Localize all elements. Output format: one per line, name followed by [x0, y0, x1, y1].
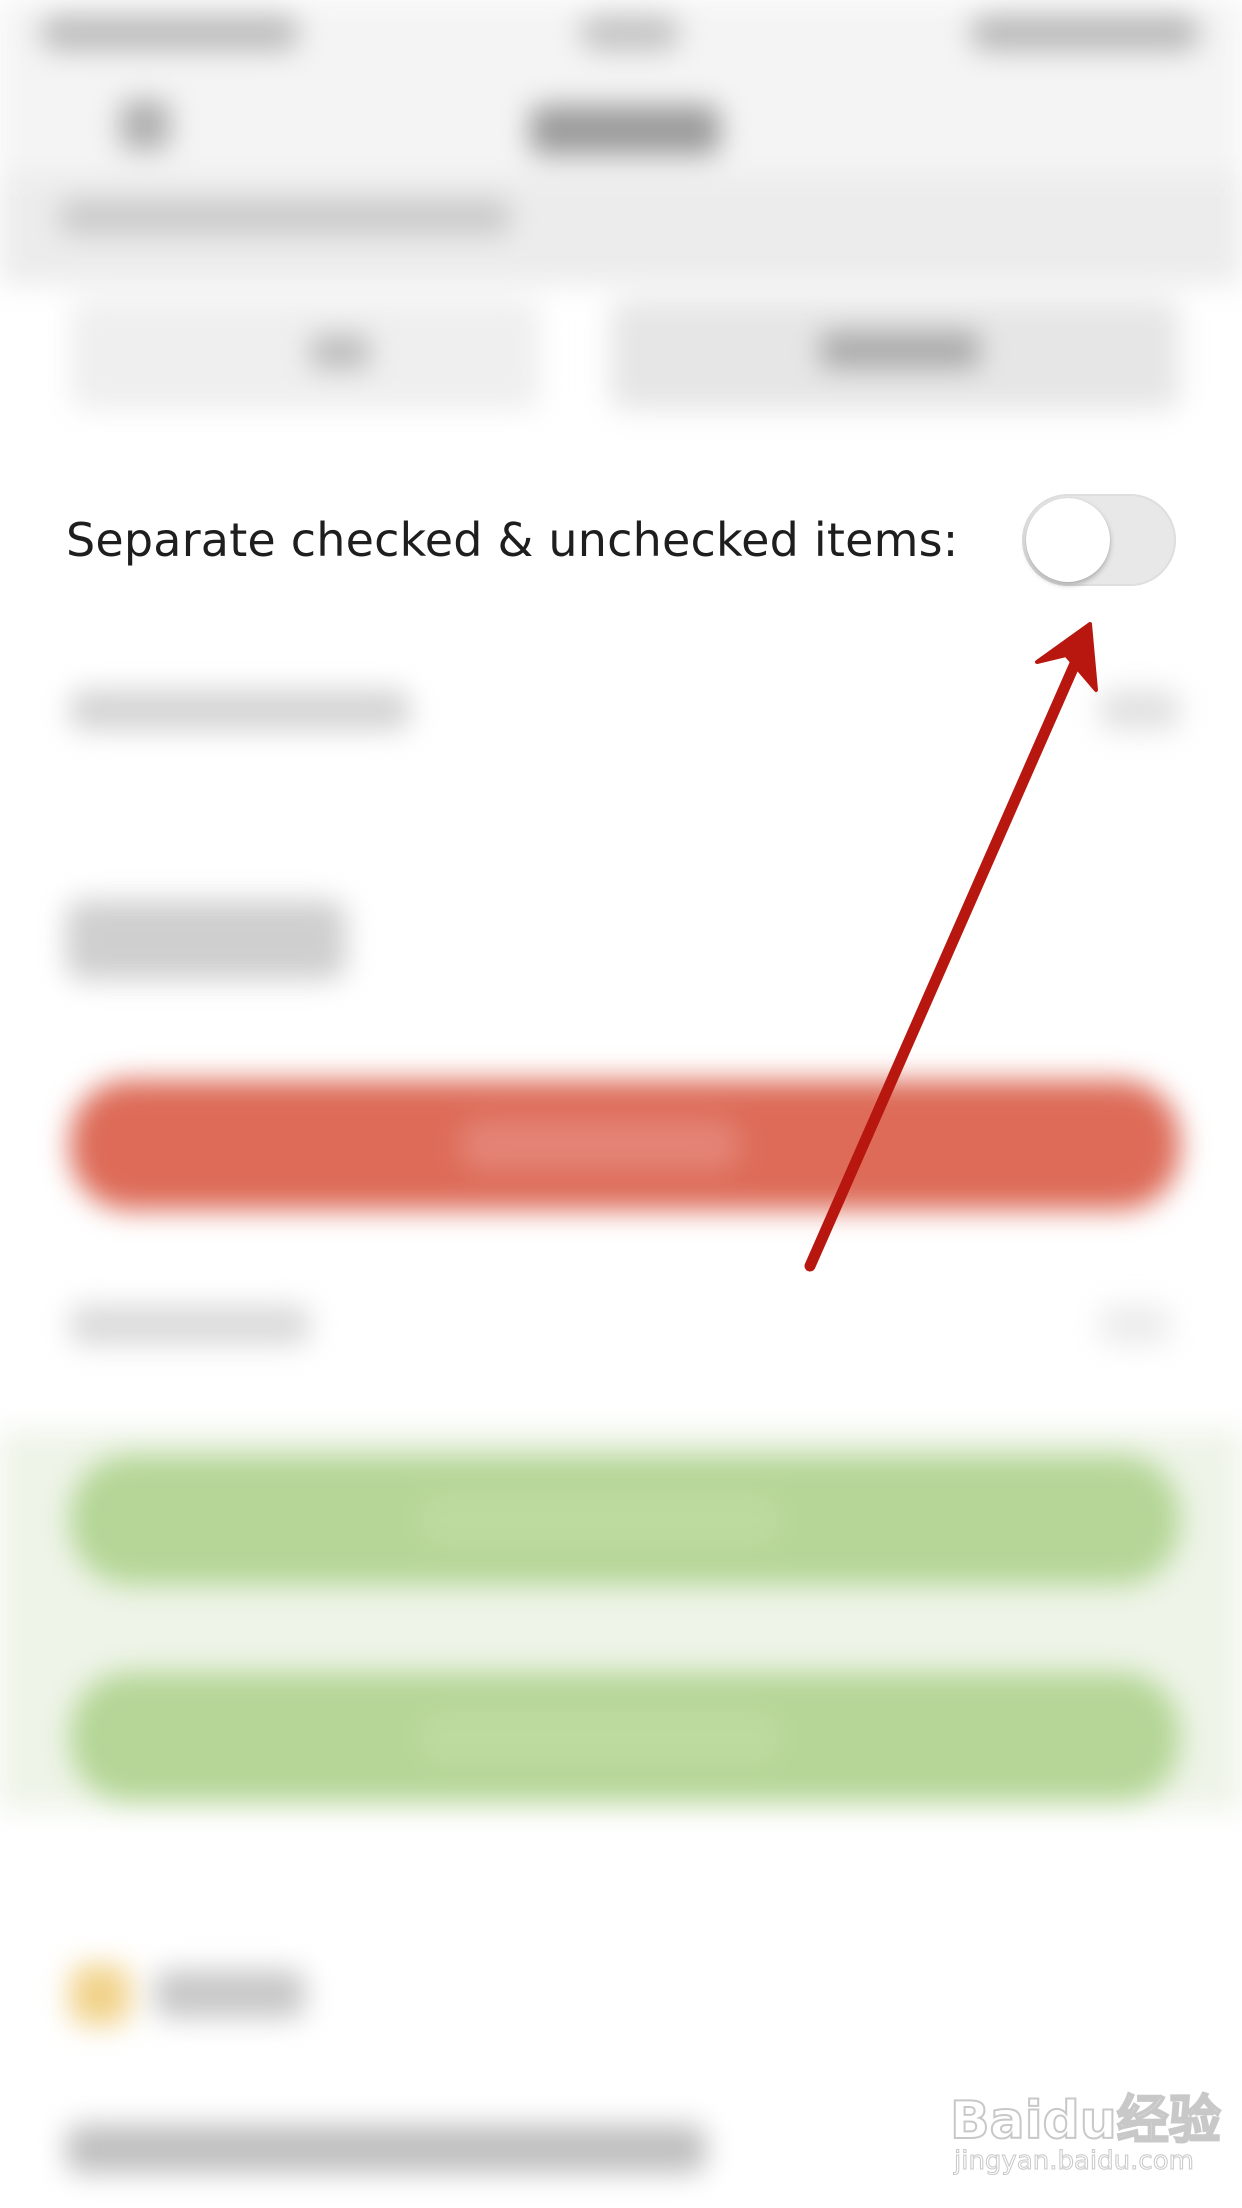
- status-carrier: [40, 15, 300, 51]
- setting-row-3-label[interactable]: [70, 1305, 310, 1345]
- bottom-setting-text[interactable]: [66, 2125, 706, 2173]
- yellow-square-icon: [70, 1965, 130, 2025]
- section-heading: [66, 900, 346, 980]
- segment-option-left-label: [310, 335, 370, 369]
- red-action-button-label: [460, 1120, 740, 1170]
- setting-row-3-value: [1100, 1305, 1170, 1345]
- setting-row-2-value: [1100, 690, 1180, 730]
- green-action-button-1-label: [420, 1495, 780, 1545]
- nav-title: [530, 105, 720, 155]
- watermark-url: jingyan.baidu.com: [954, 2146, 1195, 2177]
- section-header-text: [60, 200, 510, 234]
- status-time: [580, 15, 680, 51]
- separate-items-setting-row: Separate checked & unchecked items:: [0, 460, 1242, 620]
- section-icon-label: [155, 1970, 305, 2018]
- settings-screen: Separate checked & unchecked items: Baid…: [0, 0, 1242, 2208]
- status-battery: [970, 15, 1200, 51]
- segment-option-right-label: [820, 332, 980, 368]
- back-button[interactable]: [120, 100, 170, 150]
- separate-items-toggle[interactable]: [1022, 494, 1176, 586]
- blurred-background: [0, 0, 1242, 2208]
- segment-option-left[interactable]: [70, 300, 540, 410]
- setting-row-2-label[interactable]: [70, 690, 410, 730]
- separate-items-label: Separate checked & unchecked items:: [66, 513, 959, 567]
- baidu-jingyan-watermark: Baidu经验 jingyan.baidu.com: [949, 2078, 1222, 2188]
- green-action-button-2-label: [420, 1712, 780, 1762]
- watermark-logo: Baidu经验: [949, 2090, 1222, 2152]
- toggle-knob: [1026, 498, 1110, 582]
